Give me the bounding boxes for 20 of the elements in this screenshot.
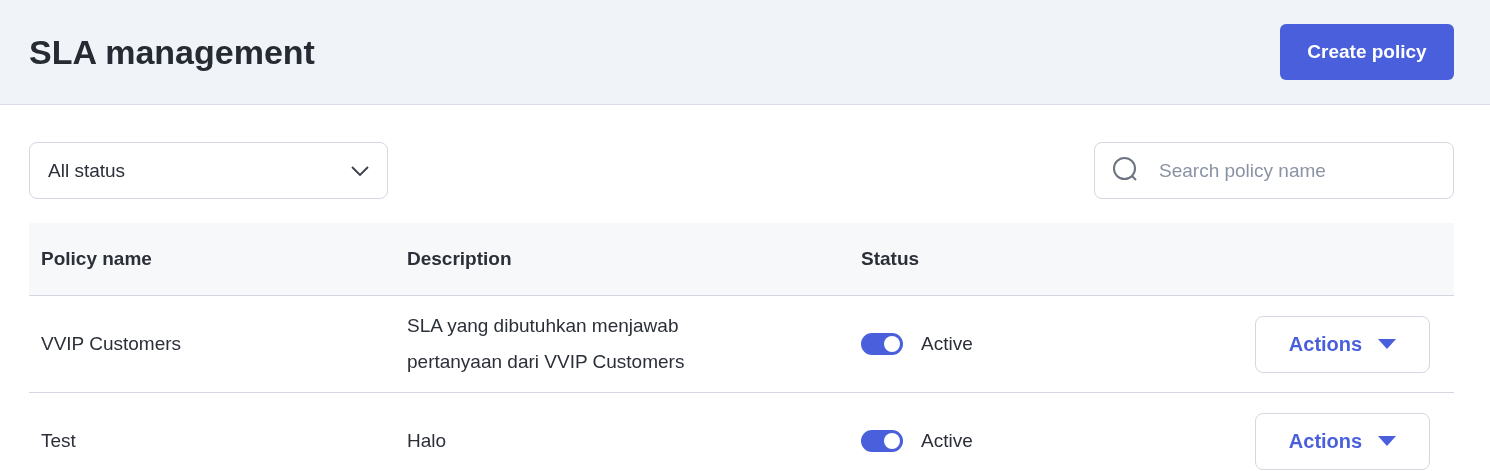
policy-name: Test bbox=[41, 430, 76, 451]
status-toggle[interactable] bbox=[861, 333, 903, 355]
policy-name: VVIP Customers bbox=[41, 333, 182, 354]
status-label: Active bbox=[921, 430, 973, 452]
status-dropdown[interactable]: All status bbox=[29, 142, 388, 199]
chevron-down-icon bbox=[351, 165, 369, 176]
status-label: Active bbox=[921, 333, 973, 355]
page-title: SLA management bbox=[29, 32, 315, 72]
policy-description: Halo bbox=[407, 429, 448, 453]
policy-description: SLA yang dibutuhkan menjawab pertanyaan dari VVIP Customers bbox=[407, 314, 686, 374]
create-policy-button[interactable]: Create policy bbox=[1280, 24, 1454, 80]
column-header: Description bbox=[407, 248, 512, 269]
caret-down-icon bbox=[1378, 339, 1397, 349]
search-field[interactable]: Search policy name bbox=[1094, 142, 1454, 199]
column-header: Status bbox=[861, 248, 920, 269]
caret-down-icon bbox=[1378, 436, 1397, 446]
status-toggle[interactable] bbox=[861, 430, 903, 452]
column-header: Policy name bbox=[41, 248, 152, 269]
actions-button[interactable]: Actions bbox=[1255, 315, 1430, 373]
actions-button[interactable]: Actions bbox=[1255, 412, 1430, 470]
